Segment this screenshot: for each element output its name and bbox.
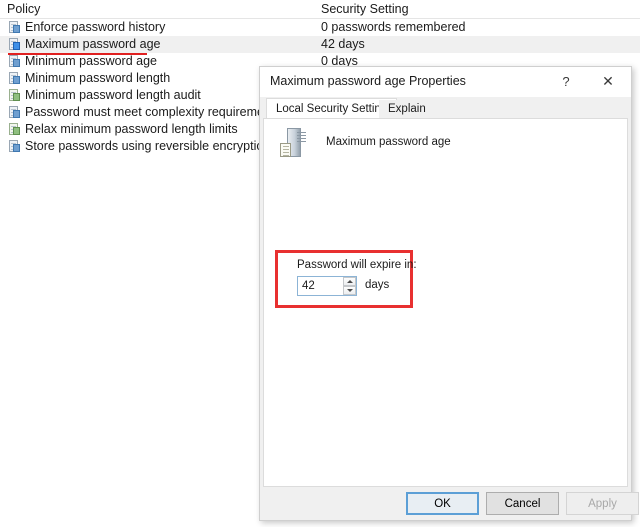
password-expiry-input[interactable] xyxy=(302,280,340,292)
table-row[interactable]: Enforce password history 0 passwords rem… xyxy=(0,19,640,36)
tab-page-local-security-setting: Maximum password age Password will expir… xyxy=(263,118,628,487)
help-icon[interactable]: ? xyxy=(547,67,585,96)
policy-name: Maximum password age xyxy=(25,37,161,51)
policy-audit-icon xyxy=(8,89,21,102)
policy-name: Relax minimum password length limits xyxy=(25,122,238,136)
cancel-button[interactable]: Cancel xyxy=(486,492,559,515)
page-title: Maximum password age xyxy=(326,136,451,148)
stepper-up-icon[interactable] xyxy=(343,277,356,286)
column-header-policy[interactable]: Policy xyxy=(7,2,40,16)
stepper-down-icon[interactable] xyxy=(343,286,356,295)
server-policy-icon xyxy=(280,128,306,160)
dialog-title-bar[interactable]: Maximum password age Properties ? ✕ xyxy=(260,67,631,97)
policy-name: Enforce password history xyxy=(25,20,166,34)
policy-document-icon xyxy=(8,55,21,68)
red-annotation-underline xyxy=(8,53,147,55)
stepper-buttons xyxy=(343,277,356,295)
policy-document-icon xyxy=(8,21,21,34)
policy-name: Minimum password length xyxy=(25,71,171,85)
maximum-password-age-properties-dialog: Maximum password age Properties ? ✕ Loca… xyxy=(259,66,639,521)
policy-heading-group: Maximum password age xyxy=(272,126,612,166)
policy-document-icon xyxy=(8,106,21,119)
list-header-row: Policy Security Setting xyxy=(0,0,640,19)
close-icon[interactable]: ✕ xyxy=(589,67,627,96)
policy-setting-value: 0 passwords remembered xyxy=(321,20,466,34)
ok-button[interactable]: OK xyxy=(406,492,479,515)
dialog-footer: OK Cancel Apply xyxy=(260,487,639,520)
password-expiry-stepper[interactable] xyxy=(297,276,357,296)
policy-setting-value: 42 days xyxy=(321,37,365,51)
policy-audit-icon xyxy=(8,123,21,136)
tab-local-security-setting[interactable]: Local Security Setting xyxy=(266,98,398,119)
policy-name: Store passwords using reversible encrypt… xyxy=(25,139,271,153)
table-row[interactable]: Maximum password age 42 days xyxy=(0,36,640,53)
policy-name: Password must meet complexity requiremen… xyxy=(25,105,281,119)
policy-document-icon xyxy=(8,140,21,153)
policy-document-icon xyxy=(8,72,21,85)
apply-button: Apply xyxy=(566,492,639,515)
policy-name: Minimum password age xyxy=(25,54,157,68)
dialog-title: Maximum password age Properties xyxy=(270,74,466,88)
password-expiry-label: Password will expire in: xyxy=(297,259,417,271)
tab-explain[interactable]: Explain xyxy=(379,100,435,119)
policy-name: Minimum password length audit xyxy=(25,88,201,102)
column-header-security-setting[interactable]: Security Setting xyxy=(321,2,409,16)
tab-strip: Local Security Setting Explain xyxy=(260,97,631,119)
password-expiry-unit-label: days xyxy=(365,279,390,291)
policy-document-icon xyxy=(8,38,21,51)
